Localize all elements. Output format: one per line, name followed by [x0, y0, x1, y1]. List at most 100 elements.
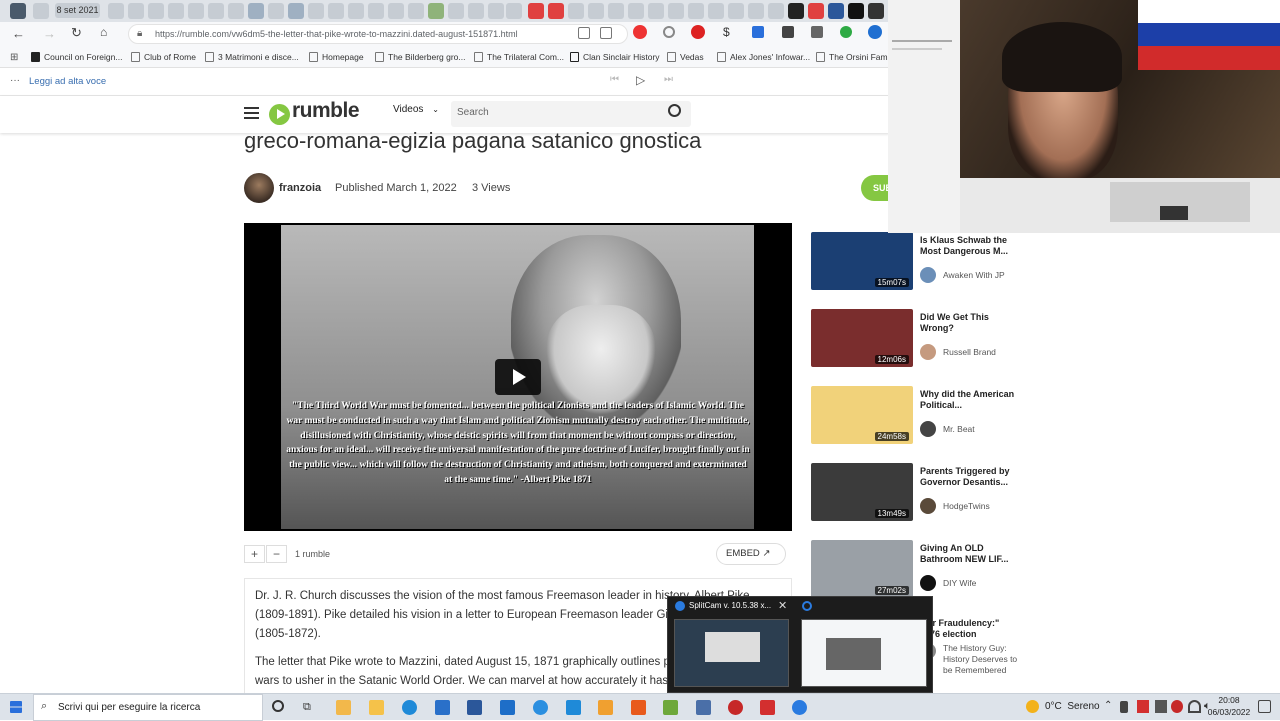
back-icon[interactable]: ← [12, 26, 25, 41]
preview-thumbnail[interactable] [801, 619, 927, 687]
tab[interactable] [33, 3, 49, 19]
tab[interactable] [368, 3, 384, 19]
tab[interactable] [828, 3, 844, 19]
bookmark-item[interactable]: The Bilderberg gro... [375, 50, 465, 64]
related-video-title[interactable]: Parents Triggered by Governor Desantis..… [920, 466, 1020, 487]
profile-icon[interactable] [868, 25, 882, 39]
taskbar-preview-popup[interactable]: SplitCam v. 10.5.38 x... ✕ [667, 596, 933, 693]
bookmark-item[interactable]: Vedas [667, 50, 704, 64]
category-select[interactable]: Videos ⌄ [393, 104, 439, 115]
tab-actions-icon[interactable] [10, 3, 26, 19]
related-channel-name[interactable]: Russell Brand [943, 347, 996, 357]
tab[interactable] [568, 3, 584, 19]
word-icon[interactable] [467, 700, 482, 715]
related-video-thumbnail[interactable]: 24m58s [811, 386, 913, 444]
youtube-tab-icon[interactable] [528, 3, 544, 19]
weather-icon[interactable] [1026, 700, 1039, 713]
tab[interactable] [768, 3, 784, 19]
tab[interactable] [148, 3, 164, 19]
related-video-item[interactable]: 12m06s Did We Get This Wrong? Russell Bran… [811, 309, 1017, 371]
search-icon[interactable] [668, 104, 681, 117]
close-tab-icon[interactable] [506, 3, 522, 19]
related-video-thumbnail[interactable]: 13m49s [811, 463, 913, 521]
tab[interactable] [308, 3, 324, 19]
app-icon[interactable] [598, 700, 613, 715]
related-video-thumbnail[interactable]: 27m02s [811, 540, 913, 598]
app-icon[interactable] [760, 700, 775, 715]
tab[interactable] [468, 3, 484, 19]
record-icon[interactable] [691, 25, 705, 39]
task-view-icon[interactable]: ⧉ [303, 701, 311, 714]
related-video-item[interactable]: 27m02s Giving An OLD Bathroom NEW LIF... D… [811, 540, 1017, 602]
related-channel-name[interactable]: DIY Wife [943, 578, 976, 588]
chevron-up-icon[interactable]: ⌃ [1104, 700, 1112, 711]
related-video-title[interactable]: Giving An OLD Bathroom NEW LIF... [920, 543, 1020, 564]
rumble-up-button[interactable]: + [244, 545, 265, 563]
bookmark-item[interactable]: Clan Sinclair History [570, 50, 660, 64]
windows-start-icon[interactable] [10, 701, 22, 713]
play-button[interactable] [495, 359, 541, 395]
clock-date[interactable]: 06/03/2022 [1203, 707, 1255, 717]
tab[interactable] [228, 3, 244, 19]
youtube-tab-icon[interactable] [808, 3, 824, 19]
bookmark-item[interactable]: The Orsini Famil... [816, 50, 898, 64]
edge-icon[interactable] [402, 700, 417, 715]
app-icon[interactable] [696, 700, 711, 715]
tab[interactable] [208, 3, 224, 19]
previous-icon[interactable]: ⏮ [610, 74, 619, 85]
menu-icon[interactable] [244, 107, 259, 109]
tab[interactable] [448, 3, 464, 19]
app-icon[interactable] [500, 700, 515, 715]
related-channel-name[interactable]: HodgeTwins [943, 501, 990, 511]
bookmark-item[interactable]: Council on Foreign... [31, 50, 122, 64]
extension-icon[interactable] [782, 26, 794, 38]
refresh-icon[interactable]: ↻ [71, 25, 82, 41]
notifications-icon[interactable] [1258, 700, 1271, 713]
bookmark-item[interactable]: Homepage [309, 50, 364, 64]
tab[interactable] [168, 3, 184, 19]
related-channel-avatar[interactable] [920, 498, 936, 514]
tab[interactable] [788, 3, 804, 19]
app-icon[interactable] [728, 700, 743, 715]
tab[interactable] [588, 3, 604, 19]
preview-thumbnail[interactable] [674, 619, 789, 687]
tab[interactable] [848, 3, 864, 19]
tray-app-icon[interactable] [1155, 700, 1167, 713]
related-channel-avatar[interactable] [920, 344, 936, 360]
extension-icon[interactable] [840, 26, 852, 38]
related-channel-name[interactable]: Mr. Beat [943, 424, 975, 434]
tab[interactable] [608, 3, 624, 19]
video-player[interactable]: "The Third World War must be fomented...… [244, 223, 792, 531]
tab[interactable] [648, 3, 664, 19]
related-video-item[interactable]: 15m07s Is Klaus Schwab the Most Dangerous… [811, 232, 1017, 294]
rumble-logo-icon[interactable] [269, 104, 290, 125]
next-icon[interactable]: ⏭ [664, 74, 673, 85]
app-icon[interactable] [566, 700, 581, 715]
adblock-icon[interactable] [633, 25, 647, 39]
related-video-title[interactable]: Our Fraudulency:" 1876 election [920, 618, 1020, 639]
mail-icon[interactable] [435, 700, 450, 715]
tab[interactable] [488, 3, 504, 19]
tray-app-icon[interactable] [1171, 700, 1183, 713]
brave-icon[interactable] [631, 700, 646, 715]
apps-icon[interactable]: ⊞ [10, 52, 18, 63]
channel-name[interactable]: franzoia [279, 182, 321, 194]
related-channel-name[interactable]: The History Guy: History Deserves to be … [943, 643, 1019, 676]
youtube-tab-icon[interactable] [548, 3, 564, 19]
related-video-title[interactable]: Why did the American Political... [920, 389, 1020, 410]
bookmark-item[interactable]: Club of Rome [131, 50, 196, 64]
play-icon[interactable]: ▷ [636, 73, 645, 87]
read-aloud-label[interactable]: Leggi ad alta voce [29, 76, 106, 87]
reader-icon[interactable] [578, 27, 590, 39]
splitcam-icon[interactable] [792, 700, 807, 715]
tab[interactable] [128, 3, 144, 19]
rumble-logo[interactable]: rumble [292, 99, 360, 123]
tab[interactable] [188, 3, 204, 19]
tab[interactable] [728, 3, 744, 19]
extension-icon[interactable] [811, 26, 823, 38]
tab[interactable] [268, 3, 284, 19]
tab[interactable] [688, 3, 704, 19]
tab[interactable] [388, 3, 404, 19]
embed-button[interactable]: EMBED ↗ [716, 543, 786, 565]
internet-explorer-icon[interactable] [533, 700, 548, 715]
